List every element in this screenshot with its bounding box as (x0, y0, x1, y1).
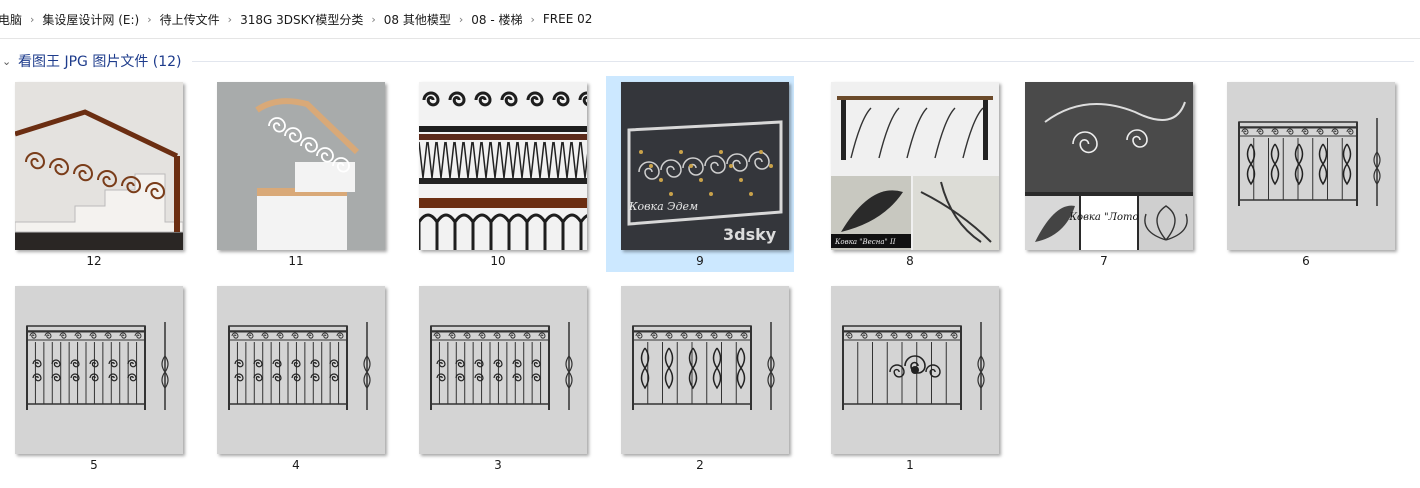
file-name[interactable]: 5 (0, 458, 188, 472)
file-thumbnail[interactable] (15, 82, 183, 250)
file-item[interactable]: 4 (202, 280, 390, 476)
breadcrumb-item[interactable]: FREE 02 (537, 12, 599, 26)
breadcrumb-item[interactable]: 待上传文件 (154, 11, 226, 28)
file-thumbnail[interactable] (15, 286, 183, 454)
group-divider (191, 60, 1414, 62)
brand-logo: 3dsky (723, 225, 777, 244)
breadcrumb-item[interactable]: 08 其他模型 (378, 11, 457, 28)
file-name[interactable]: 3 (404, 458, 592, 472)
file-name[interactable]: 6 (1212, 254, 1400, 268)
file-item[interactable]: 1 (816, 280, 1004, 476)
file-item[interactable]: 11 (202, 76, 390, 272)
file-name[interactable]: 1 (816, 458, 1004, 472)
file-item[interactable]: 12 (0, 76, 188, 272)
breadcrumb-item[interactable]: 318G 3DSKY模型分类 (234, 11, 369, 28)
breadcrumb-separator-icon[interactable]: › (369, 13, 377, 26)
breadcrumb-separator-icon[interactable]: › (457, 13, 465, 26)
thumb-overlay-text: Ковка Эдем (628, 200, 698, 213)
file-item[interactable]: 3 (404, 280, 592, 476)
file-thumbnail[interactable] (1227, 82, 1395, 250)
file-name[interactable]: 11 (202, 254, 390, 268)
file-name[interactable]: 4 (202, 458, 390, 472)
file-thumbnail[interactable] (621, 286, 789, 454)
file-thumbnail[interactable]: Ковка Эдем 3dsky (621, 82, 789, 250)
breadcrumb-separator-icon[interactable]: › (145, 13, 153, 26)
file-thumbnail[interactable] (419, 286, 587, 454)
breadcrumb: 电脑 › 集设屋设计网 (E:) › 待上传文件 › 318G 3DSKY模型分类 › 08 其… (0, 0, 1420, 39)
breadcrumb-item[interactable]: 电脑 (0, 11, 28, 28)
file-thumbnail[interactable] (419, 82, 587, 250)
thumb-overlay-text: Ковка "Лотос" (1068, 212, 1148, 223)
file-thumbnail[interactable]: Ковка "Лотос" (1025, 82, 1193, 250)
file-name[interactable]: 12 (0, 254, 188, 268)
file-item[interactable]: 2 (606, 280, 794, 476)
file-thumbnail[interactable] (217, 82, 385, 250)
breadcrumb-separator-icon[interactable]: › (529, 13, 537, 26)
file-thumbnail[interactable] (831, 286, 999, 454)
chevron-down-icon[interactable]: ⌄ (2, 55, 16, 68)
file-item[interactable]: Ковка Эдем 3dsky 9 (606, 76, 794, 272)
file-name[interactable]: 9 (606, 254, 794, 268)
breadcrumb-item[interactable]: 集设屋设计网 (E:) (36, 11, 145, 28)
breadcrumb-separator-icon[interactable]: › (226, 13, 234, 26)
breadcrumb-separator-icon[interactable]: › (28, 13, 36, 26)
file-name[interactable]: 10 (404, 254, 592, 268)
file-name[interactable]: 8 (816, 254, 1004, 268)
file-item[interactable]: 10 (404, 76, 592, 272)
thumb-overlay-text: Ковка "Весна" II (834, 238, 896, 246)
group-header[interactable]: ⌄ 看图王 JPG 图片文件 (12) (0, 50, 1420, 72)
file-name[interactable]: 7 (1010, 254, 1198, 268)
file-item[interactable]: 5 (0, 280, 188, 476)
file-thumbnail[interactable]: Ковка "Весна" II (831, 82, 999, 250)
file-item[interactable]: 6 (1212, 76, 1400, 272)
file-name[interactable]: 2 (606, 458, 794, 472)
breadcrumb-item[interactable]: 08 - 楼梯 (465, 11, 528, 28)
group-title: 看图王 JPG 图片文件 (12) (18, 54, 182, 70)
file-thumbnail[interactable] (217, 286, 385, 454)
file-item[interactable]: Ковка "Лотос" 7 (1010, 76, 1198, 272)
file-item[interactable]: Ковка "Весна" II 8 (816, 76, 1004, 272)
